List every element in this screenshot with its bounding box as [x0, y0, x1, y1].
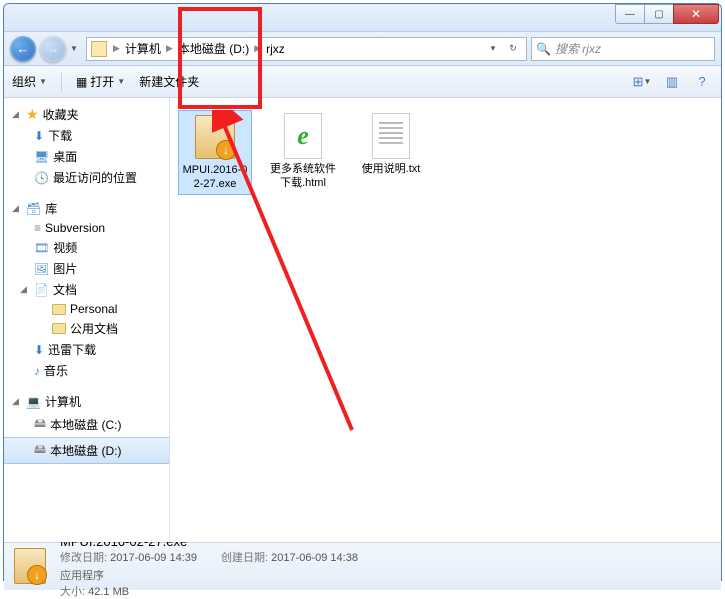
new-folder-button[interactable]: 新建文件夹 — [139, 73, 199, 90]
star-icon: ★ — [26, 106, 39, 123]
folder-icon — [52, 323, 66, 334]
status-modified: 2017-06-09 14:39 — [110, 552, 197, 564]
sidebar-downloads[interactable]: ⬇ 下载 — [4, 125, 169, 146]
sidebar-subversion[interactable]: ≡ Subversion — [4, 219, 169, 237]
minimize-button[interactable]: — — [615, 4, 645, 24]
preview-pane-button[interactable]: ▥ — [661, 72, 683, 92]
search-placeholder: 搜索 rjxz — [555, 40, 601, 57]
chevron-right-icon[interactable]: ▶ — [164, 43, 175, 54]
desktop-icon: 🖥 — [34, 150, 49, 164]
status-bar: MPUI.2016-02-27.exe 修改日期: 2017-06-09 14:… — [4, 542, 721, 590]
sidebar-music[interactable]: ♪ 音乐 — [4, 360, 169, 381]
chevron-down-icon: ▼ — [39, 77, 47, 86]
status-created: 2017-06-09 14:38 — [271, 552, 358, 564]
refresh-button[interactable]: ↻ — [504, 40, 522, 58]
sidebar-recent[interactable]: 🕓 最近访问的位置 — [4, 167, 169, 188]
collapse-icon[interactable]: ◢ — [20, 284, 30, 295]
picture-icon: 🖼 — [34, 262, 49, 276]
sidebar-publicdocs[interactable]: 公用文档 — [4, 318, 169, 339]
status-type: 应用程序 — [60, 570, 104, 582]
sidebar-disk-c[interactable]: 🖴 本地磁盘 (C:) — [4, 412, 169, 437]
disk-icon: 🖴 — [34, 414, 46, 435]
body: ◢ ★ 收藏夹 ⬇ 下载 🖥 桌面 🕓 最近访问的位置 — [4, 98, 721, 542]
collapse-icon[interactable]: ◢ — [12, 109, 22, 120]
status-file-icon — [14, 548, 50, 586]
xunlei-icon: ⬇ — [34, 343, 44, 357]
titlebar: — ▢ ✕ — [4, 4, 721, 32]
html-icon — [279, 112, 327, 160]
recent-icon: 🕓 — [34, 171, 49, 185]
chevron-right-icon[interactable]: ▶ — [111, 43, 122, 54]
separator — [61, 72, 62, 92]
open-button[interactable]: ▦ 打开 ▼ — [76, 73, 125, 90]
collapse-icon[interactable]: ◢ — [12, 203, 22, 214]
window-controls: — ▢ ✕ — [616, 4, 719, 24]
history-dropdown[interactable]: ▼ — [70, 44, 82, 53]
folder-icon — [91, 41, 107, 57]
sidebar-libraries[interactable]: ◢ 🗃 库 — [4, 198, 169, 219]
chevron-down-icon: ▼ — [117, 77, 125, 86]
sidebar-disk-d[interactable]: 🖴 本地磁盘 (D:) — [4, 437, 169, 464]
back-button[interactable]: ← — [10, 36, 36, 62]
sidebar-desktop[interactable]: 🖥 桌面 — [4, 146, 169, 167]
close-button[interactable]: ✕ — [673, 4, 719, 24]
document-icon: 📄 — [34, 283, 49, 297]
toolbar: 组织 ▼ ▦ 打开 ▼ 新建文件夹 ⊞ ▼ ▥ ? — [4, 66, 721, 98]
computer-icon: 💻 — [26, 395, 41, 409]
exe-icon — [191, 113, 239, 161]
organize-button[interactable]: 组织 ▼ — [12, 73, 47, 90]
view-button[interactable]: ⊞ ▼ — [631, 72, 653, 92]
address-dropdown[interactable]: ▾ — [484, 40, 502, 58]
open-icon: ▦ — [76, 75, 87, 89]
collapse-icon[interactable]: ◢ — [12, 396, 22, 407]
forward-button[interactable]: → — [40, 36, 66, 62]
music-icon: ♪ — [34, 364, 40, 378]
help-button[interactable]: ? — [691, 72, 713, 92]
sidebar: ◢ ★ 收藏夹 ⬇ 下载 🖥 桌面 🕓 最近访问的位置 — [4, 98, 170, 542]
search-icon: 🔍 — [536, 42, 551, 56]
chevron-right-icon[interactable]: ▶ — [252, 43, 263, 54]
subversion-icon: ≡ — [34, 221, 41, 235]
crumb-disk-d[interactable]: 本地磁盘 (D:) — [175, 40, 252, 57]
crumb-rjxz[interactable]: rjxz — [263, 42, 288, 56]
explorer-window: — ▢ ✕ ← → ▼ ▶ 计算机 ▶ 本地磁盘 (D:) ▶ rjxz ▾ ↻… — [3, 3, 722, 581]
sidebar-personal[interactable]: Personal — [4, 300, 169, 318]
file-list[interactable]: MPUI.2016-02-27.exe 更多系统软件下载.html 使用说明.t… — [170, 98, 721, 542]
sidebar-videos[interactable]: 🎞 视频 — [4, 237, 169, 258]
file-readme-txt[interactable]: 使用说明.txt — [354, 110, 428, 179]
sidebar-xunlei[interactable]: ⬇ 迅雷下载 — [4, 339, 169, 360]
folder-icon — [52, 304, 66, 315]
txt-icon — [367, 112, 415, 160]
sidebar-pictures[interactable]: 🖼 图片 — [4, 258, 169, 279]
sidebar-computer[interactable]: ◢ 💻 计算机 — [4, 391, 169, 412]
disk-icon: 🖴 — [34, 440, 46, 461]
address-bar[interactable]: ▶ 计算机 ▶ 本地磁盘 (D:) ▶ rjxz ▾ ↻ — [86, 37, 527, 61]
file-mpui-exe[interactable]: MPUI.2016-02-27.exe — [178, 110, 252, 195]
library-icon: 🗃 — [26, 202, 41, 216]
maximize-button[interactable]: ▢ — [644, 4, 674, 24]
search-box[interactable]: 🔍 搜索 rjxz — [531, 37, 715, 61]
file-more-html[interactable]: 更多系统软件下载.html — [266, 110, 340, 193]
sidebar-favorites[interactable]: ◢ ★ 收藏夹 — [4, 104, 169, 125]
download-icon: ⬇ — [34, 129, 44, 143]
sidebar-documents[interactable]: ◢ 📄 文档 — [4, 279, 169, 300]
nav-bar: ← → ▼ ▶ 计算机 ▶ 本地磁盘 (D:) ▶ rjxz ▾ ↻ 🔍 搜索 … — [4, 32, 721, 66]
video-icon: 🎞 — [34, 241, 49, 255]
status-size: 42.1 MB — [88, 586, 129, 598]
crumb-computer[interactable]: 计算机 — [122, 40, 164, 57]
